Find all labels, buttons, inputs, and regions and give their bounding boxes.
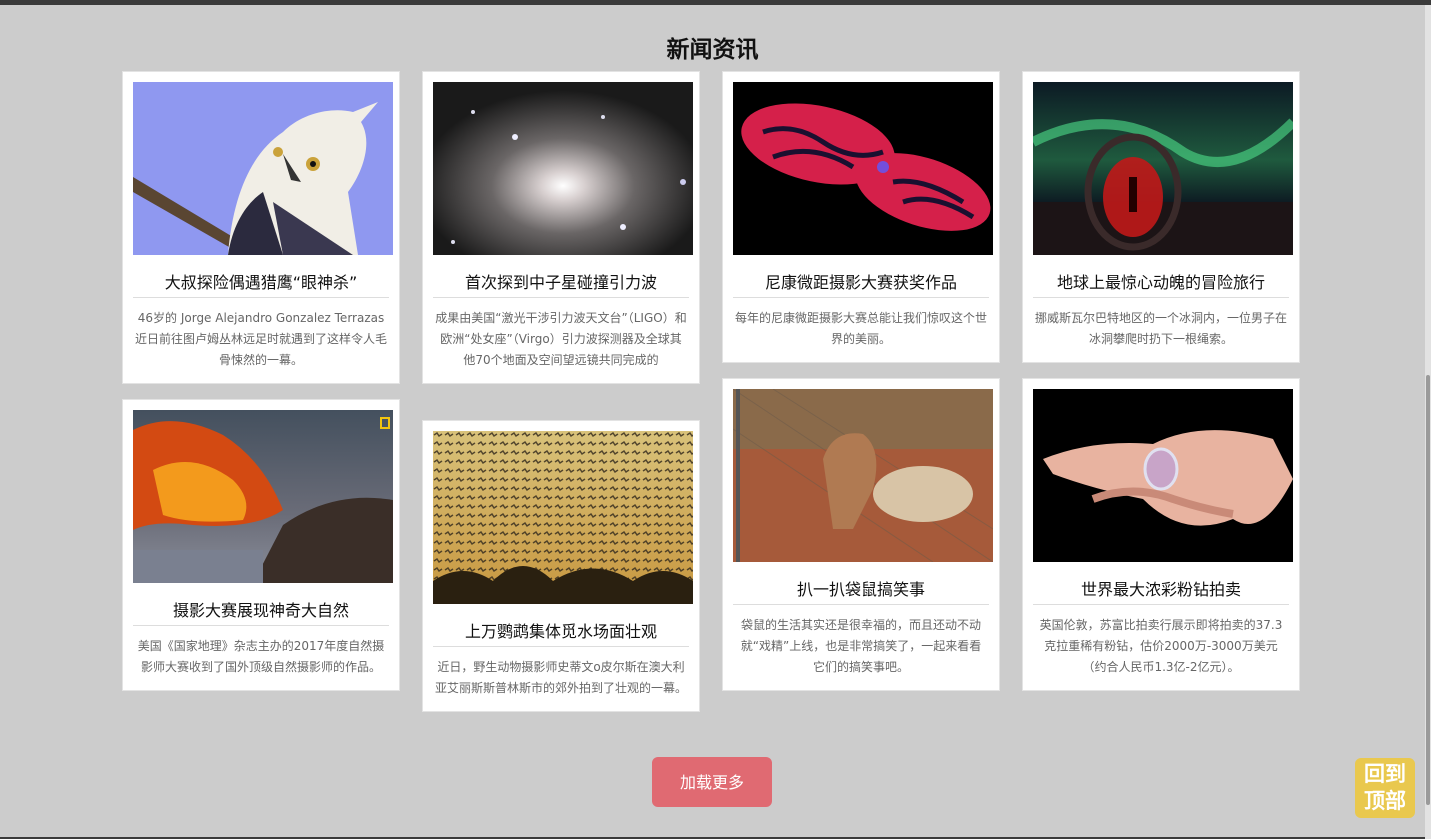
scrollbar-thumb[interactable] [1426, 375, 1430, 805]
card-title[interactable]: 首次探到中子星碰撞引力波 [433, 269, 689, 298]
news-card[interactable]: 首次探到中子星碰撞引力波 成果由美国“激光干涉引力波天文台”（LIGO）和欧洲“… [422, 71, 700, 384]
micro-photo[interactable] [733, 82, 993, 255]
galaxy-photo[interactable] [433, 82, 693, 255]
card-title[interactable]: 摄影大赛展现神奇大自然 [133, 597, 389, 626]
card-title[interactable]: 扒一扒袋鼠搞笑事 [733, 576, 989, 605]
card-description: 挪威斯瓦尔巴特地区的一个冰洞内，一位男子在冰洞攀爬时扔下一根绳索。 [1035, 311, 1288, 346]
section-title: 新闻资讯 [666, 37, 759, 63]
card-title[interactable]: 上万鹦鹉集体觅水场面壮观 [433, 618, 689, 647]
card-description: 每年的尼康微距摄影大赛总能让我们惊叹这个世界的美丽。 [735, 311, 988, 346]
parrots-photo[interactable] [433, 431, 693, 604]
card-description: 近日，野生动物摄影师史蒂文o皮尔斯在澳大利亚艾丽斯斯普林斯市的郊外拍到了壮观的一… [435, 660, 688, 695]
aurora-photo[interactable] [1033, 82, 1293, 255]
news-card[interactable]: 尼康微距摄影大赛获奖作品 每年的尼康微距摄影大赛总能让我们惊叹这个世界的美丽。 [722, 71, 1000, 363]
news-card[interactable]: 地球上最惊心动魄的冒险旅行 挪威斯瓦尔巴特地区的一个冰洞内，一位男子在冰洞攀爬时… [1022, 71, 1300, 363]
eagle-photo[interactable] [133, 82, 393, 255]
card-description: 美国《国家地理》杂志主办的2017年度自然摄影师大赛收到了国外顶级自然摄影师的作… [137, 639, 385, 674]
load-more-button[interactable]: 加载更多 [652, 757, 772, 807]
card-title[interactable]: 尼康微距摄影大赛获奖作品 [733, 269, 989, 298]
card-description: 成果由美国“激光干涉引力波天文台”（LIGO）和欧洲“处女座”（Virgo）引力… [435, 311, 687, 367]
card-title[interactable]: 世界最大浓彩粉钻拍卖 [1033, 576, 1289, 605]
back-to-top-label-line2: 顶部 [1364, 789, 1406, 813]
card-description: 46岁的 Jorge Alejandro Gonzalez Terrazas 近… [135, 311, 388, 367]
news-card[interactable]: 上万鹦鹉集体觅水场面壮观 近日，野生动物摄影师史蒂文o皮尔斯在澳大利亚艾丽斯斯普… [422, 420, 700, 712]
ring-photo[interactable] [1033, 389, 1293, 562]
news-card[interactable]: 世界最大浓彩粉钻拍卖 英国伦敦，苏富比拍卖行展示即将拍卖的37.3克拉重稀有粉钻… [1022, 378, 1300, 691]
card-description: 袋鼠的生活其实还是很幸福的，而且还动不动就“戏精”上线，也是非常搞笑了，一起来看… [740, 618, 982, 674]
back-to-top-button[interactable]: 回到 顶部 [1355, 758, 1415, 818]
back-to-top-label-line1: 回到 [1364, 762, 1406, 786]
kangaroo-photo[interactable] [733, 389, 993, 562]
card-title[interactable]: 地球上最惊心动魄的冒险旅行 [1033, 269, 1289, 298]
card-title[interactable]: 大叔探险偶遇猎鹰“眼神杀” [133, 269, 389, 298]
top-bar [0, 0, 1431, 5]
card-description: 英国伦敦，苏富比拍卖行展示即将拍卖的37.3克拉重稀有粉钻，估价2000万-30… [1039, 618, 1283, 674]
news-card[interactable]: 扒一扒袋鼠搞笑事 袋鼠的生活其实还是很幸福的，而且还动不动就“戏精”上线，也是非… [722, 378, 1000, 691]
news-card[interactable]: 摄影大赛展现神奇大自然 美国《国家地理》杂志主办的2017年度自然摄影师大赛收到… [122, 399, 400, 691]
scrollbar[interactable] [1425, 5, 1431, 839]
volcano-photo[interactable] [133, 410, 393, 583]
news-card[interactable]: 大叔探险偶遇猎鹰“眼神杀” 46岁的 Jorge Alejandro Gonza… [122, 71, 400, 384]
